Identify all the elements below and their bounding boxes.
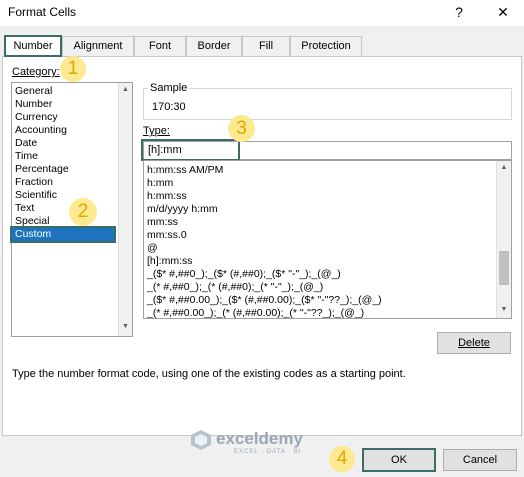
dialog-title: Format Cells — [8, 5, 77, 19]
format-item[interactable]: h:mm:ss AM/PM — [147, 164, 223, 177]
category-item-time[interactable]: Time — [15, 150, 38, 163]
category-item-scientific[interactable]: Scientific — [15, 189, 57, 202]
delete-button[interactable]: Delete — [437, 332, 511, 354]
category-item-date[interactable]: Date — [15, 137, 37, 150]
callout-badge-4: 4 — [329, 446, 355, 472]
exceldemy-logo-icon — [190, 429, 212, 451]
format-item[interactable]: _(* #,##0.00_);_(* (#,##0.00);_(* "-"??_… — [147, 307, 364, 318]
sample-label: Sample — [148, 82, 190, 94]
format-item[interactable]: mm:ss.0 — [147, 229, 187, 242]
delete-button-label: Delete — [458, 337, 490, 349]
format-item[interactable]: _($* #,##0_);_($* (#,##0);_($* "-"_);_(@… — [147, 268, 341, 281]
watermark-tagline: EXCEL · DATA · BI — [234, 449, 302, 455]
format-item[interactable]: [h]:mm:ss — [147, 255, 193, 268]
category-item-text[interactable]: Text — [15, 202, 34, 215]
category-item-percentage[interactable]: Percentage — [15, 163, 69, 176]
cancel-button[interactable]: Cancel — [443, 449, 517, 471]
callout-badge-1: 1 — [60, 56, 86, 82]
close-button[interactable]: ✕ — [488, 1, 518, 23]
tab-alignment[interactable]: Alignment — [62, 36, 134, 56]
category-scrollbar[interactable]: ▲ ▼ — [118, 83, 132, 336]
scroll-thumb[interactable] — [499, 251, 509, 285]
watermark-name: exceldemy — [216, 429, 303, 448]
category-item-accounting[interactable]: Accounting — [15, 124, 67, 137]
category-label: Category: — [12, 66, 60, 78]
format-item[interactable]: @ — [147, 242, 158, 255]
category-item-special[interactable]: Special — [15, 215, 49, 228]
tab-protection[interactable]: Protection — [290, 36, 362, 56]
tab-border[interactable]: Border — [186, 36, 242, 56]
type-label: Type: — [143, 125, 170, 137]
help-button[interactable]: ? — [444, 1, 474, 23]
sample-box — [143, 88, 512, 120]
category-item-general[interactable]: General — [15, 85, 52, 98]
tab-fill[interactable]: Fill — [242, 36, 290, 56]
hint-text: Type the number format code, using one o… — [12, 368, 406, 380]
category-item-custom[interactable]: Custom — [10, 226, 116, 243]
scroll-down-icon[interactable]: ▼ — [497, 306, 511, 313]
format-item[interactable]: _($* #,##0.00_);_($* (#,##0.00);_($* "-"… — [147, 294, 382, 307]
scroll-down-icon[interactable]: ▼ — [119, 323, 132, 330]
category-item-number[interactable]: Number — [15, 98, 52, 111]
format-code-list[interactable]: h:mm:ss AM/PM h:mm h:mm:ss m/d/yyyy h:mm… — [143, 160, 512, 319]
scroll-up-icon[interactable]: ▲ — [497, 164, 511, 171]
format-item[interactable]: _(* #,##0_);_(* (#,##0);_(* "-"_);_(@_) — [147, 281, 323, 294]
format-item[interactable]: h:mm:ss — [147, 190, 187, 203]
format-item[interactable]: h:mm — [147, 177, 173, 190]
scroll-up-icon[interactable]: ▲ — [119, 86, 132, 93]
sample-value: 170:30 — [152, 101, 186, 113]
tab-font[interactable]: Font — [134, 36, 186, 56]
callout-badge-3: 3 — [228, 115, 255, 142]
ok-button[interactable]: OK — [362, 448, 436, 472]
type-input[interactable]: [h]:mm — [141, 139, 240, 161]
callout-badge-2: 2 — [69, 198, 97, 226]
format-item[interactable]: mm:ss — [147, 216, 178, 229]
category-item-currency[interactable]: Currency — [15, 111, 58, 124]
format-item[interactable]: m/d/yyyy h:mm — [147, 203, 218, 216]
format-list-scrollbar[interactable]: ▲ ▼ — [496, 161, 511, 318]
category-item-fraction[interactable]: Fraction — [15, 176, 53, 189]
tab-number[interactable]: Number — [4, 35, 62, 57]
